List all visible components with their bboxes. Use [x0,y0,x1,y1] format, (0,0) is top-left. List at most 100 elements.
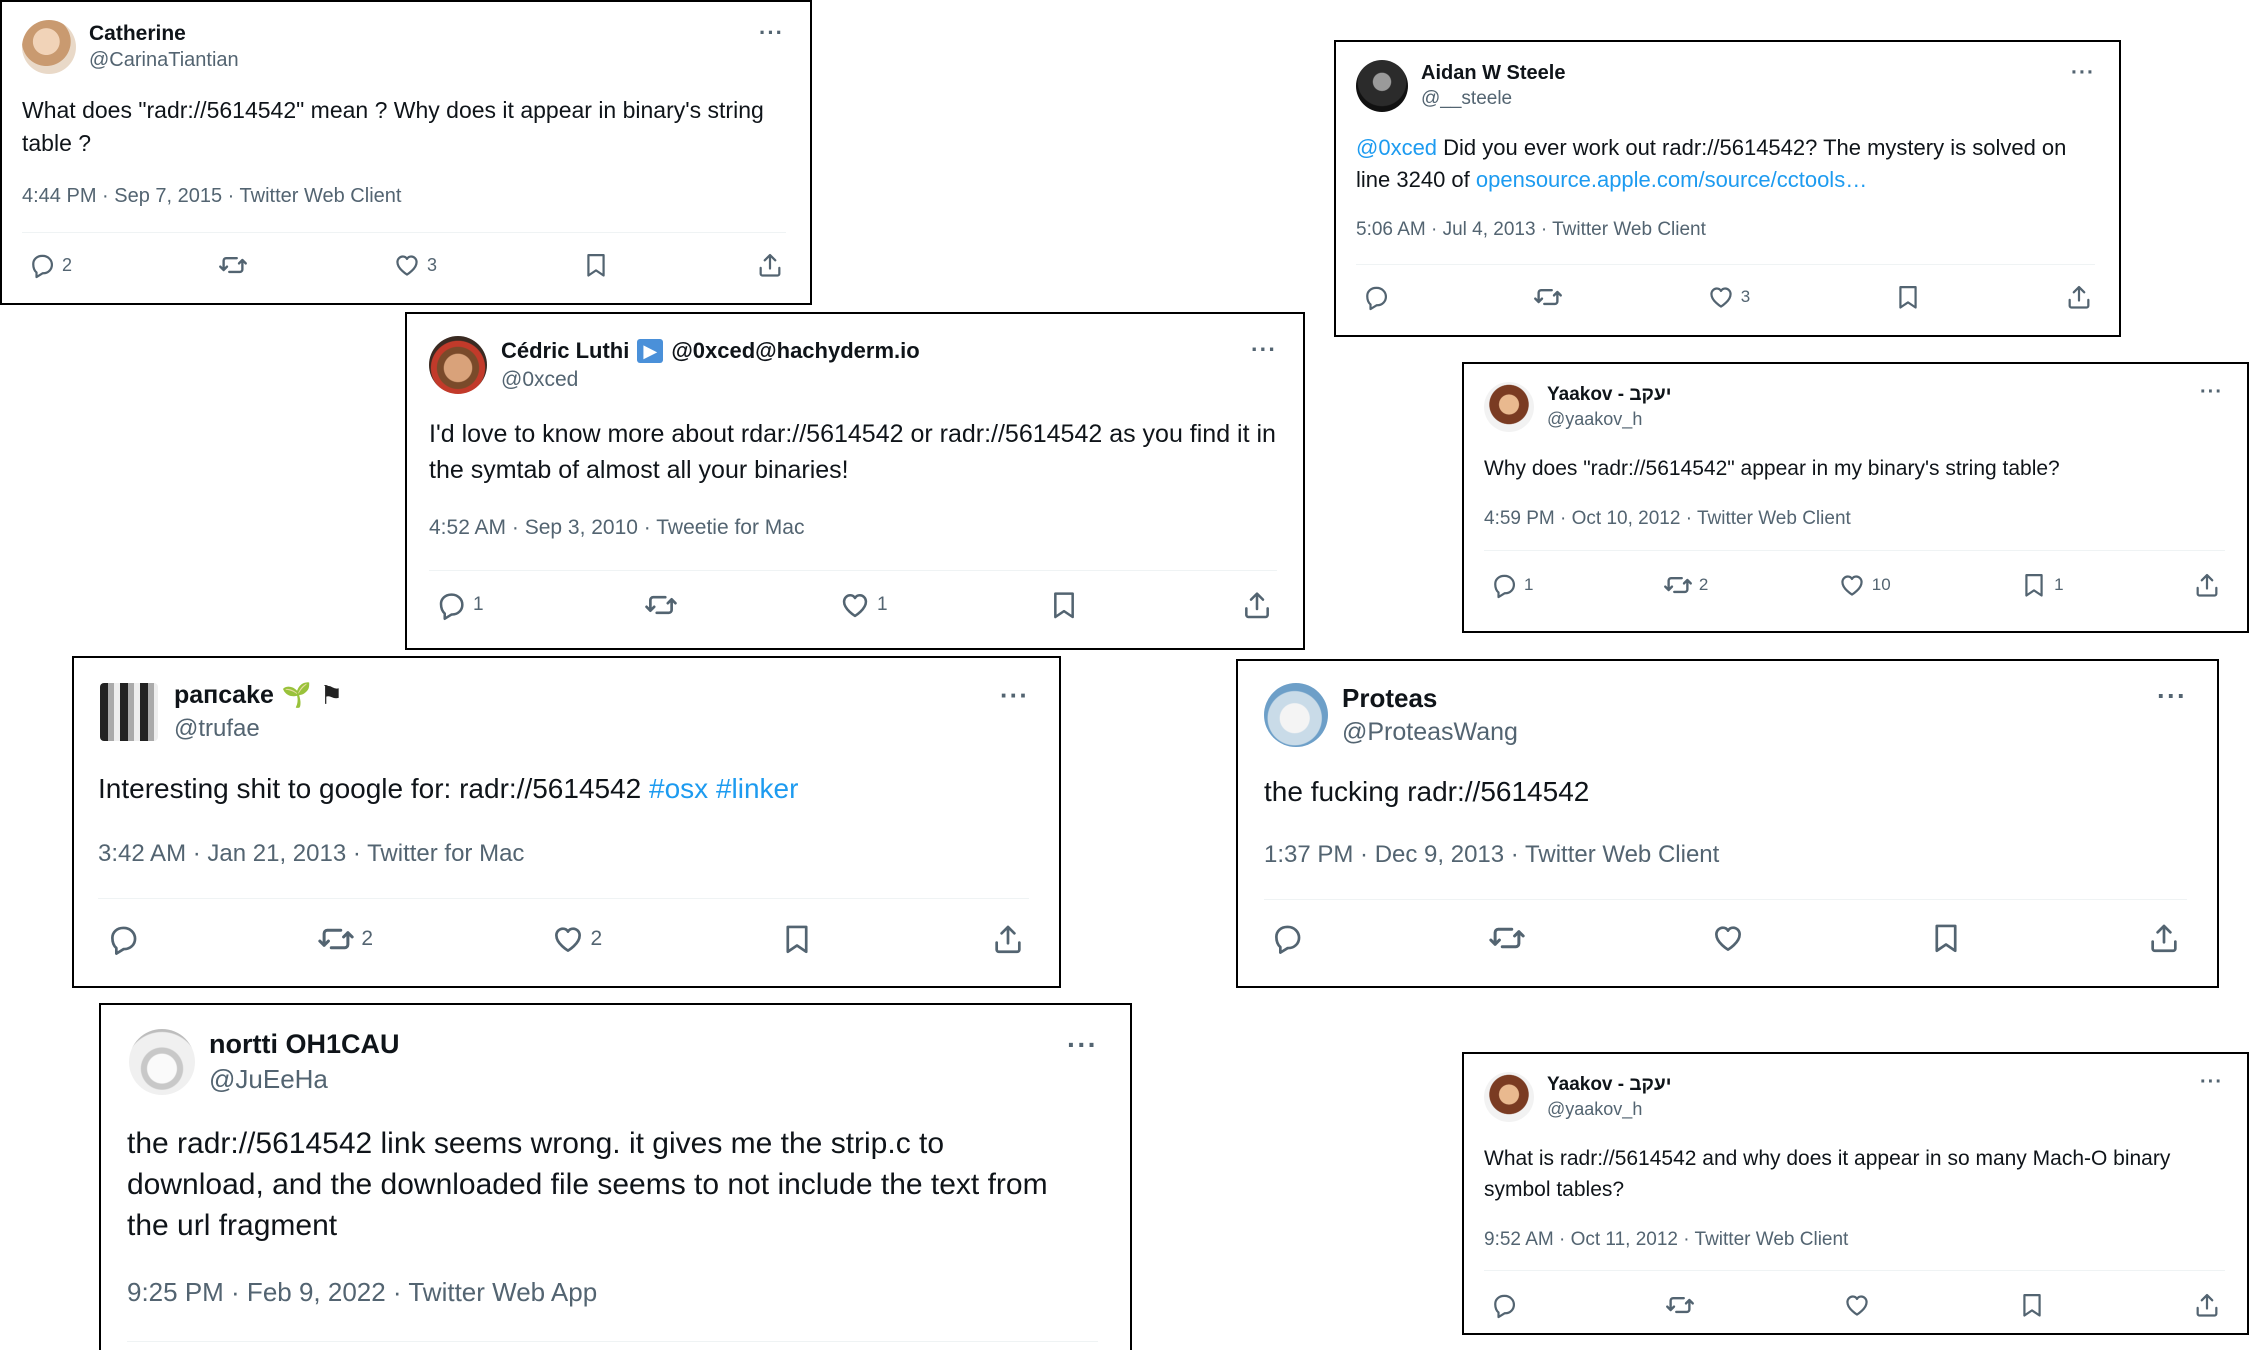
reply-button[interactable] [106,922,140,956]
share-button[interactable] [2193,571,2221,599]
like-button[interactable]: 3 [393,251,437,279]
like-icon [839,589,871,621]
avatar[interactable] [429,336,487,394]
share-icon [756,251,784,279]
retweet-button[interactable] [1665,1290,1695,1320]
more-icon[interactable]: ··· [2200,382,2223,402]
tweet-timestamp[interactable]: 9:52 AM · Oct 11, 2012 · Twitter Web Cli… [1484,1229,1848,1251]
tweet-timestamp[interactable]: 4:52 AM · Sep 3, 2010 · Tweetie for Mac [429,516,804,540]
avatar[interactable] [1484,1072,1534,1122]
avatar[interactable] [1484,382,1534,432]
hashtag-links[interactable]: #osx #linker [649,773,798,804]
share-button[interactable] [2147,921,2181,955]
mention-link[interactable]: @0xced [1356,135,1437,160]
tweet-card-aidan[interactable]: Aidan W Steele @__steele ··· @0xced Did … [1334,40,2121,337]
tweet-card-pancake[interactable]: paпcake 🌱 ⚑ @trufae ··· Interesting shit… [72,656,1061,988]
bookmark-button[interactable] [1894,283,1922,311]
tweet-timestamp[interactable]: 5:06 AM · Jul 4, 2013 · Twitter Web Clie… [1356,219,1706,241]
author-handle[interactable]: @trufae [174,715,343,743]
divider [1356,264,2095,265]
tweet-timestamp[interactable]: 3:42 AM · Jan 21, 2013 · Twitter for Mac [98,840,524,868]
avatar[interactable] [22,20,76,74]
divider [22,232,786,233]
bookmark-icon [780,922,814,956]
share-button[interactable] [756,251,784,279]
reply-button[interactable] [1270,921,1304,955]
avatar[interactable] [100,682,158,741]
more-icon[interactable]: ··· [2071,62,2095,83]
tweet-card-cedric[interactable]: Cédric Luthi ▶ @0xced@hachyderm.io @0xce… [405,312,1305,650]
retweet-button[interactable] [218,250,248,280]
like-button[interactable]: 10 [1838,571,1891,599]
avatar[interactable] [129,1029,195,1095]
author-handle[interactable]: @yaakov_h [1547,1099,1671,1120]
more-icon[interactable]: ··· [2200,1072,2223,1092]
bookmark-button[interactable] [1048,589,1080,621]
reply-button[interactable]: 1 [1490,571,1533,599]
reply-button[interactable]: 1 [435,589,484,621]
bookmark-button[interactable]: 1 [2020,571,2064,599]
like-button[interactable]: 2 [551,922,603,956]
bookmark-button[interactable] [2018,1291,2046,1319]
retweet-button[interactable] [1488,919,1526,957]
author-name-suffix[interactable]: @0xced@hachyderm.io [671,338,919,364]
tweet-text: Why does "radr://5614542" appear in my b… [1484,457,2060,480]
like-button[interactable] [1711,921,1745,955]
tweet-timestamp[interactable]: 4:59 PM · Oct 10, 2012 · Twitter Web Cli… [1484,508,1851,530]
tweet-card-catherine[interactable]: Catherine @CarinaTiantian ··· What does … [0,0,812,305]
bookmark-button[interactable] [780,922,814,956]
flag-emoji-icon: ⚑ [319,680,344,710]
more-icon[interactable]: ··· [1000,682,1029,708]
share-button[interactable] [1241,589,1273,621]
retweet-button[interactable]: 2 [317,920,373,958]
reply-button[interactable] [1362,283,1390,311]
share-button[interactable] [2065,283,2093,311]
retweet-button[interactable] [1533,282,1563,312]
author-name[interactable]: Yaakov - יעקב [1547,1074,1671,1096]
like-button[interactable] [1843,1291,1871,1319]
author-handle[interactable]: @__steele [1421,88,1565,110]
author-name[interactable]: Catherine [89,22,186,46]
share-button[interactable] [2193,1291,2221,1319]
author-handle[interactable]: @ProteasWang [1342,718,1518,747]
author-name[interactable]: paпcake [174,681,274,710]
bookmark-button[interactable] [582,251,610,279]
tweet-card-yaakov-2[interactable]: Yaakov - יעקב @yaakov_h ··· What is radr… [1462,1052,2249,1335]
avatar[interactable] [1356,60,1408,112]
retweet-button[interactable] [644,588,678,622]
avatar[interactable] [1264,683,1328,747]
author-handle[interactable]: @yaakov_h [1547,409,1671,430]
like-icon [1843,1291,1871,1319]
more-icon[interactable]: ··· [1067,1031,1098,1059]
more-icon[interactable]: ··· [1251,338,1277,361]
tweet-timestamp[interactable]: 1:37 PM · Dec 9, 2013 · Twitter Web Clie… [1264,841,1719,869]
author-name[interactable]: Aidan W Steele [1421,62,1565,85]
share-button[interactable] [991,922,1025,956]
like-count: 2 [590,927,603,950]
tweet-card-nortti[interactable]: nortti OH1CAU @JuEeHa ··· the radr://561… [99,1003,1132,1350]
like-button[interactable]: 3 [1707,283,1750,311]
author-name[interactable]: nortti OH1CAU [209,1029,400,1060]
action-bar: 3 [1362,282,2093,312]
author-handle[interactable]: @JuEeHa [209,1064,400,1095]
tweet-timestamp[interactable]: 4:44 PM · Sep 7, 2015 · Twitter Web Clie… [22,185,401,208]
reply-button[interactable] [1490,1291,1518,1319]
more-icon[interactable]: ··· [759,22,784,44]
tweet-timestamp[interactable]: 9:25 PM · Feb 9, 2022 · Twitter Web App [127,1277,597,1308]
bookmark-button[interactable] [1929,921,1963,955]
author-name[interactable]: Yaakov - יעקב [1547,384,1671,406]
retweet-button[interactable]: 2 [1663,570,1708,600]
divider [1484,550,2225,551]
url-link[interactable]: opensource.apple.com/source/cctools… [1476,167,1867,192]
author-name[interactable]: Proteas [1342,683,1437,714]
author-handle[interactable]: @CarinaTiantian [89,49,239,72]
tweet-text: Interesting shit to google for: radr://5… [98,770,1038,808]
like-button[interactable]: 1 [839,589,888,621]
tweet-card-proteas[interactable]: Proteas @ProteasWang ··· the fucking rad… [1236,659,2219,988]
more-icon[interactable]: ··· [2157,683,2187,710]
share-icon [2147,921,2181,955]
tweet-card-yaakov-1[interactable]: Yaakov - יעקב @yaakov_h ··· Why does "ra… [1462,362,2249,633]
reply-button[interactable]: 2 [28,251,72,279]
author-handle[interactable]: @0xced [501,368,920,392]
author-name[interactable]: Cédric Luthi [501,338,629,364]
